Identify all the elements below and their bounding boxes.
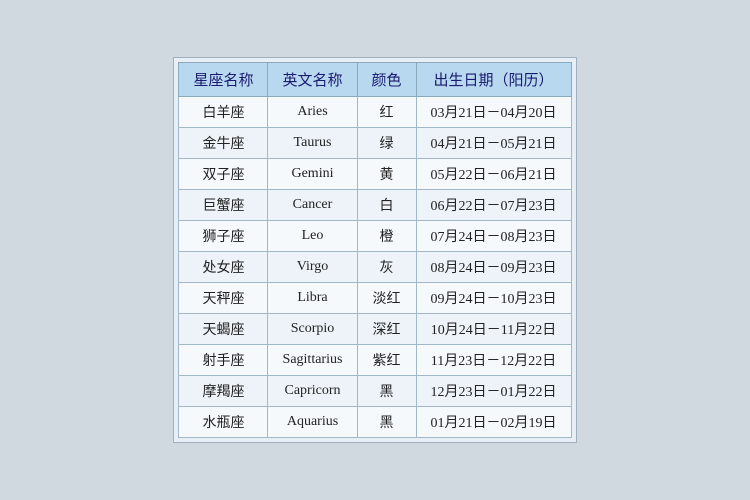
table-cell: Libra xyxy=(268,283,357,314)
table-cell: 黄 xyxy=(357,159,416,190)
table-cell: 天蝎座 xyxy=(179,314,268,345)
table-cell: 白羊座 xyxy=(179,97,268,128)
zodiac-table-wrapper: 星座名称英文名称颜色出生日期（阳历） 白羊座Aries红03月21日－04月20… xyxy=(173,57,576,443)
table-cell: Virgo xyxy=(268,252,357,283)
table-cell: 射手座 xyxy=(179,345,268,376)
table-cell: 10月24日－11月22日 xyxy=(416,314,571,345)
table-cell: 11月23日－12月22日 xyxy=(416,345,571,376)
table-row: 天秤座Libra淡红09月24日－10月23日 xyxy=(179,283,571,314)
table-row: 摩羯座Capricorn黑12月23日－01月22日 xyxy=(179,376,571,407)
table-cell: 黑 xyxy=(357,407,416,438)
table-cell: 07月24日－08月23日 xyxy=(416,221,571,252)
table-cell: 金牛座 xyxy=(179,128,268,159)
table-cell: Aquarius xyxy=(268,407,357,438)
table-cell: 05月22日－06月21日 xyxy=(416,159,571,190)
table-cell: 紫红 xyxy=(357,345,416,376)
table-cell: 深红 xyxy=(357,314,416,345)
table-row: 狮子座Leo橙07月24日－08月23日 xyxy=(179,221,571,252)
table-row: 天蝎座Scorpio深红10月24日－11月22日 xyxy=(179,314,571,345)
table-cell: Sagittarius xyxy=(268,345,357,376)
table-cell: 红 xyxy=(357,97,416,128)
table-cell: Capricorn xyxy=(268,376,357,407)
table-cell: 08月24日－09月23日 xyxy=(416,252,571,283)
table-cell: 双子座 xyxy=(179,159,268,190)
table-cell: 天秤座 xyxy=(179,283,268,314)
table-header-cell: 星座名称 xyxy=(179,63,268,97)
table-cell: 白 xyxy=(357,190,416,221)
table-row: 射手座Sagittarius紫红11月23日－12月22日 xyxy=(179,345,571,376)
table-row: 双子座Gemini黄05月22日－06月21日 xyxy=(179,159,571,190)
table-cell: 黑 xyxy=(357,376,416,407)
table-header-cell: 出生日期（阳历） xyxy=(416,63,571,97)
table-cell: Gemini xyxy=(268,159,357,190)
table-cell: 01月21日－02月19日 xyxy=(416,407,571,438)
table-row: 处女座Virgo灰08月24日－09月23日 xyxy=(179,252,571,283)
table-row: 金牛座Taurus绿04月21日－05月21日 xyxy=(179,128,571,159)
table-cell: Leo xyxy=(268,221,357,252)
table-cell: 巨蟹座 xyxy=(179,190,268,221)
table-row: 水瓶座Aquarius黑01月21日－02月19日 xyxy=(179,407,571,438)
table-header-row: 星座名称英文名称颜色出生日期（阳历） xyxy=(179,63,571,97)
table-cell: 水瓶座 xyxy=(179,407,268,438)
table-cell: Cancer xyxy=(268,190,357,221)
table-cell: 淡红 xyxy=(357,283,416,314)
table-cell: 橙 xyxy=(357,221,416,252)
table-header-cell: 英文名称 xyxy=(268,63,357,97)
table-cell: 灰 xyxy=(357,252,416,283)
table-cell: Taurus xyxy=(268,128,357,159)
table-cell: 12月23日－01月22日 xyxy=(416,376,571,407)
table-cell: 处女座 xyxy=(179,252,268,283)
table-cell: 狮子座 xyxy=(179,221,268,252)
table-cell: 06月22日－07月23日 xyxy=(416,190,571,221)
table-cell: 摩羯座 xyxy=(179,376,268,407)
table-cell: 09月24日－10月23日 xyxy=(416,283,571,314)
table-cell: Scorpio xyxy=(268,314,357,345)
table-header-cell: 颜色 xyxy=(357,63,416,97)
table-row: 巨蟹座Cancer白06月22日－07月23日 xyxy=(179,190,571,221)
table-cell: 绿 xyxy=(357,128,416,159)
zodiac-table: 星座名称英文名称颜色出生日期（阳历） 白羊座Aries红03月21日－04月20… xyxy=(178,62,571,438)
table-row: 白羊座Aries红03月21日－04月20日 xyxy=(179,97,571,128)
table-cell: 03月21日－04月20日 xyxy=(416,97,571,128)
table-cell: 04月21日－05月21日 xyxy=(416,128,571,159)
table-cell: Aries xyxy=(268,97,357,128)
